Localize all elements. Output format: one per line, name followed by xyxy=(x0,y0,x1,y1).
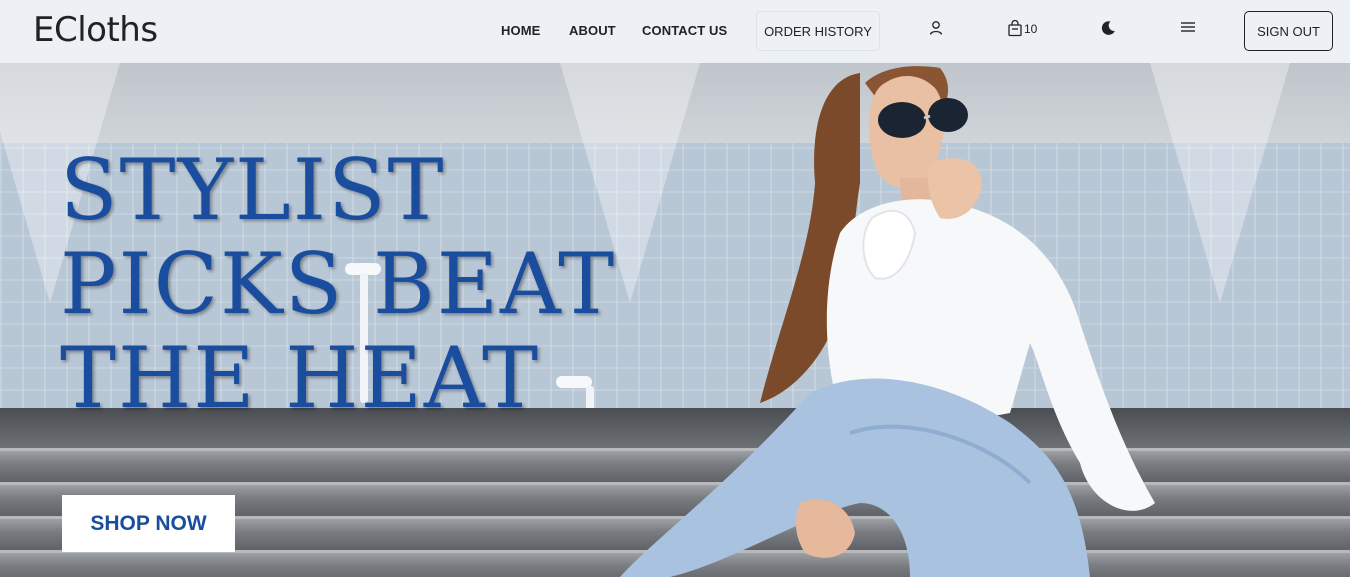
moon-icon xyxy=(1101,21,1115,35)
shopping-bag-icon xyxy=(1008,20,1022,37)
order-history-label: ORDER HISTORY xyxy=(764,23,872,39)
order-history-button[interactable]: ORDER HISTORY xyxy=(756,11,880,51)
model-photo xyxy=(620,66,1155,577)
nav-home-link[interactable]: HOME xyxy=(501,23,540,38)
menu-button[interactable] xyxy=(1181,20,1195,34)
hero-headline: STYLIST PICKS BEAT THE HEAT xyxy=(60,143,660,425)
brand-logo[interactable]: ECloths xyxy=(33,10,158,50)
nav-contact-link[interactable]: CONTACT US xyxy=(642,23,727,38)
hero-headline-line: THE HEAT xyxy=(60,329,540,427)
account-button[interactable] xyxy=(928,20,944,36)
shop-now-button[interactable]: SHOP NOW xyxy=(62,495,235,552)
theme-toggle-button[interactable] xyxy=(1100,20,1116,36)
hero-headline-line: PICKS BEAT xyxy=(60,235,617,333)
sign-out-label: SIGN OUT xyxy=(1257,23,1320,39)
cart-count-badge: 10 xyxy=(1024,21,1038,36)
hero-banner: STYLIST PICKS BEAT THE HEAT SHOP NOW xyxy=(0,63,1350,577)
navbar: ECloths HOME ABOUT CONTACT US ORDER HIST… xyxy=(0,0,1350,63)
user-icon xyxy=(929,21,943,35)
roof-decoration xyxy=(1150,63,1290,303)
hero-headline-line: STYLIST xyxy=(60,141,446,239)
hamburger-menu-icon xyxy=(1181,22,1195,32)
shop-now-label: SHOP NOW xyxy=(90,511,207,535)
cart-button[interactable]: 10 xyxy=(1007,20,1037,37)
nav-about-link[interactable]: ABOUT xyxy=(569,23,616,38)
sign-out-button[interactable]: SIGN OUT xyxy=(1244,11,1333,51)
